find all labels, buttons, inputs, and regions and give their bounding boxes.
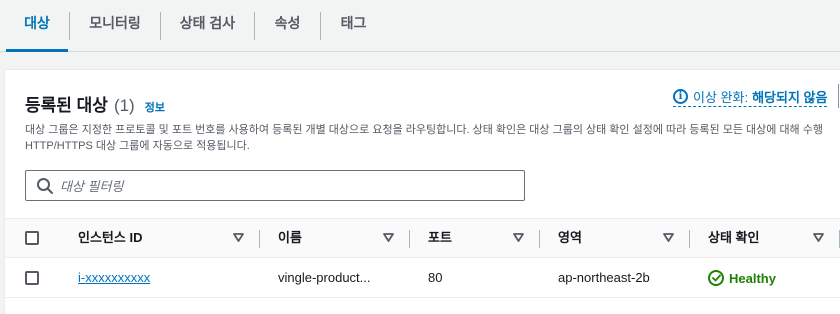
filter-box <box>25 170 525 201</box>
table-row[interactable]: i-xxxxxxxxxx vingle-product... 80 ap-nor… <box>5 258 840 298</box>
row-checkbox[interactable] <box>25 271 39 285</box>
instance-id-link[interactable]: i-xxxxxxxxxx <box>78 258 248 298</box>
target-zone: ap-northeast-2b <box>558 270 650 285</box>
panel-title: 등록된 대상 <box>25 96 108 115</box>
tab-targets[interactable]: 대상 <box>6 0 68 52</box>
column-header-zone[interactable]: 영역 <box>558 219 582 257</box>
anomaly-value: 해당되지 않음 <box>752 89 828 105</box>
sort-caret-icon[interactable] <box>233 233 244 243</box>
column-divider[interactable] <box>259 230 260 248</box>
filter-targets-input[interactable] <box>60 176 510 196</box>
info-link[interactable]: 정보 <box>145 99 165 115</box>
header-divider <box>838 84 839 108</box>
target-port: 80 <box>428 270 443 285</box>
sort-caret-icon[interactable] <box>513 233 524 243</box>
registered-targets-panel: 등록된 대상 (1) 정보 i 이상 완화: 해당되지 않음 대상 그룹은 지정… <box>4 69 840 314</box>
column-divider[interactable] <box>409 230 410 248</box>
tab-tags[interactable]: 태그 <box>321 0 386 52</box>
sort-caret-icon[interactable] <box>383 233 394 243</box>
tab-monitoring[interactable]: 모니터링 <box>70 0 160 52</box>
tab-bar: 대상 모니터링 상태 검사 속성 태그 <box>0 0 840 52</box>
column-divider[interactable] <box>539 230 540 248</box>
health-status-label: Healthy <box>729 270 776 286</box>
health-status: Healthy <box>708 270 776 286</box>
target-name: vingle-product... <box>278 270 371 285</box>
column-header-health[interactable]: 상태 확인 <box>708 219 759 257</box>
panel-header: 등록된 대상 (1) 정보 <box>25 91 165 115</box>
sort-caret-icon[interactable] <box>813 233 824 243</box>
column-header-port[interactable]: 포트 <box>428 219 452 257</box>
table-header: 인스턴스 ID 이름 포트 영역 상태 확인 <box>5 218 840 258</box>
tab-attributes[interactable]: 속성 <box>255 0 320 52</box>
column-divider[interactable] <box>689 230 690 248</box>
panel-description: 대상 그룹은 지정한 프로토콜 및 포트 번호를 사용하여 등록된 개별 대상으… <box>25 122 840 154</box>
target-count: (1) <box>113 96 135 115</box>
tab-health-checks[interactable]: 상태 검사 <box>161 0 254 52</box>
search-icon <box>37 178 53 194</box>
description-line: 대상 그룹은 지정한 프로토콜 및 포트 번호를 사용하여 등록된 개별 대상으… <box>25 124 823 136</box>
anomaly-mitigation-popover[interactable]: i 이상 완화: 해당되지 않음 <box>673 87 828 107</box>
description-line: HTTP/HTTPS 대상 그룹에 자동으로 적용됩니다. <box>25 140 250 152</box>
select-all-checkbox[interactable] <box>25 231 39 245</box>
info-circle-icon: i <box>673 88 688 104</box>
column-header-instance-id[interactable]: 인스턴스 ID <box>78 219 142 257</box>
sort-caret-icon[interactable] <box>663 233 674 243</box>
check-circle-icon <box>708 270 724 286</box>
anomaly-label: 이상 완화: <box>693 89 749 105</box>
column-header-name[interactable]: 이름 <box>278 219 302 257</box>
